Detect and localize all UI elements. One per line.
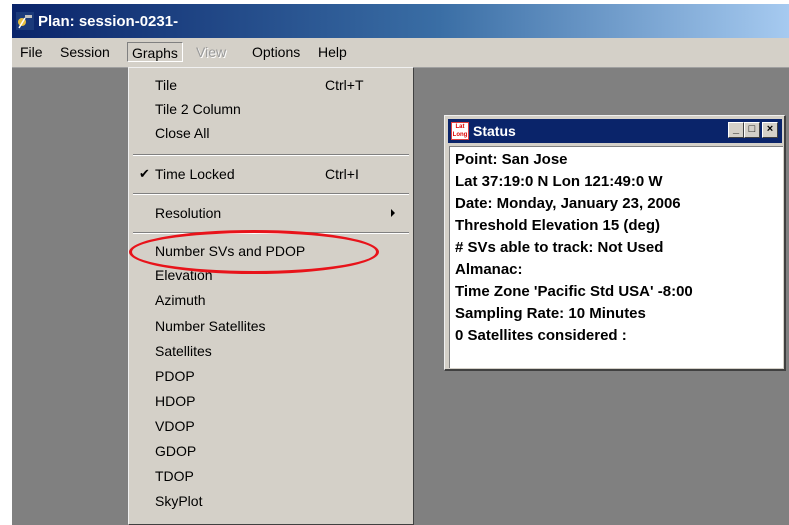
menu-item-label: VDOP [155, 418, 195, 434]
menu-item-label: Satellites [155, 343, 212, 359]
menu-help[interactable]: Help [314, 42, 351, 62]
menu-item-label: Time Locked [155, 166, 235, 182]
maximize-button[interactable]: □ [744, 122, 760, 138]
menu-item-label: GDOP [155, 443, 197, 459]
menu-item-time-locked[interactable]: ✔ Time Locked Ctrl+I [129, 163, 413, 185]
menu-session[interactable]: Session [56, 42, 114, 62]
menu-graphs[interactable]: Graphs [127, 42, 183, 62]
menu-item-gdop[interactable]: GDOP [129, 440, 413, 462]
satellite-app-icon [16, 12, 34, 30]
status-almanac: Almanac: [455, 261, 523, 278]
menu-item-tdop[interactable]: TDOP [129, 465, 413, 487]
menu-item-label: Tile [155, 77, 178, 93]
status-time-zone: Time Zone 'Pacific Std USA' -8:00 [455, 283, 693, 300]
status-satellites-considered: 0 Satellites considered : [455, 327, 627, 344]
status-content: Point: San Jose Lat 37:19:0 N Lon 121:49… [449, 146, 783, 368]
menu-separator [133, 193, 409, 195]
submenu-arrow-icon [391, 209, 395, 217]
menu-item-tile-2-column[interactable]: Tile 2 Column [129, 98, 413, 120]
menu-item-label: HDOP [155, 393, 196, 409]
menu-item-pdop[interactable]: PDOP [129, 365, 413, 387]
menu-item-resolution[interactable]: Resolution [129, 202, 413, 224]
status-window: Lat Long Status _ □ × Point: San Jose La… [444, 115, 786, 371]
status-title-bar[interactable]: Lat Long Status _ □ × [448, 119, 782, 143]
status-window-title: Status [473, 123, 516, 139]
window-title: Plan: session-0231- [38, 13, 179, 30]
menu-item-azimuth[interactable]: Azimuth [129, 289, 413, 311]
shortcut-label: Ctrl+T [325, 77, 364, 93]
status-point: Point: San Jose [455, 151, 568, 168]
menu-item-number-satellites[interactable]: Number Satellites [129, 315, 413, 337]
application-window: Plan: session-0231- File Session Graphs … [12, 4, 789, 525]
menu-separator [133, 154, 409, 156]
menu-item-label: SkyPlot [155, 493, 203, 509]
close-icon: × [766, 123, 774, 135]
status-date: Date: Monday, January 23, 2006 [455, 195, 681, 212]
menu-item-label: Resolution [155, 205, 222, 221]
checkmark-icon: ✔ [139, 166, 150, 181]
menu-file[interactable]: File [16, 42, 47, 62]
menu-item-satellites[interactable]: Satellites [129, 340, 413, 362]
menu-item-label: Number Satellites [155, 318, 266, 334]
menu-item-tile[interactable]: Tile Ctrl+T [129, 74, 413, 96]
shortcut-label: Ctrl+I [325, 166, 359, 182]
menu-item-label: PDOP [155, 368, 195, 384]
status-svs-able-to-track: # SVs able to track: Not Used [455, 239, 664, 256]
minimize-icon: _ [732, 123, 740, 135]
menu-item-label: Close All [155, 125, 210, 141]
menu-options[interactable]: Options [248, 42, 304, 62]
title-bar[interactable]: Plan: session-0231- [12, 4, 789, 38]
minimize-button[interactable]: _ [728, 122, 744, 138]
menu-item-close-all[interactable]: Close All [129, 122, 413, 144]
status-sampling-rate: Sampling Rate: 10 Minutes [455, 305, 646, 322]
menu-item-label: Azimuth [155, 292, 206, 308]
menu-item-hdop[interactable]: HDOP [129, 390, 413, 412]
menu-item-label: TDOP [155, 468, 194, 484]
lat-long-icon: Lat Long [451, 122, 469, 140]
close-button[interactable]: × [762, 122, 778, 138]
menu-view: View [196, 44, 227, 60]
menu-item-vdop[interactable]: VDOP [129, 415, 413, 437]
status-threshold-elevation: Threshold Elevation 15 (deg) [455, 217, 661, 234]
menu-bar: File Session Graphs View Options Help [12, 38, 789, 68]
menu-item-label: Tile 2 Column [155, 101, 241, 117]
highlight-ellipse [129, 230, 379, 274]
status-lat-lon: Lat 37:19:0 N Lon 121:49:0 W [455, 173, 663, 190]
menu-item-skyplot[interactable]: SkyPlot [129, 490, 413, 512]
graphs-dropdown-menu: Tile Ctrl+T Tile 2 Column Close All ✔ Ti… [128, 67, 414, 525]
maximize-icon: □ [748, 123, 756, 135]
